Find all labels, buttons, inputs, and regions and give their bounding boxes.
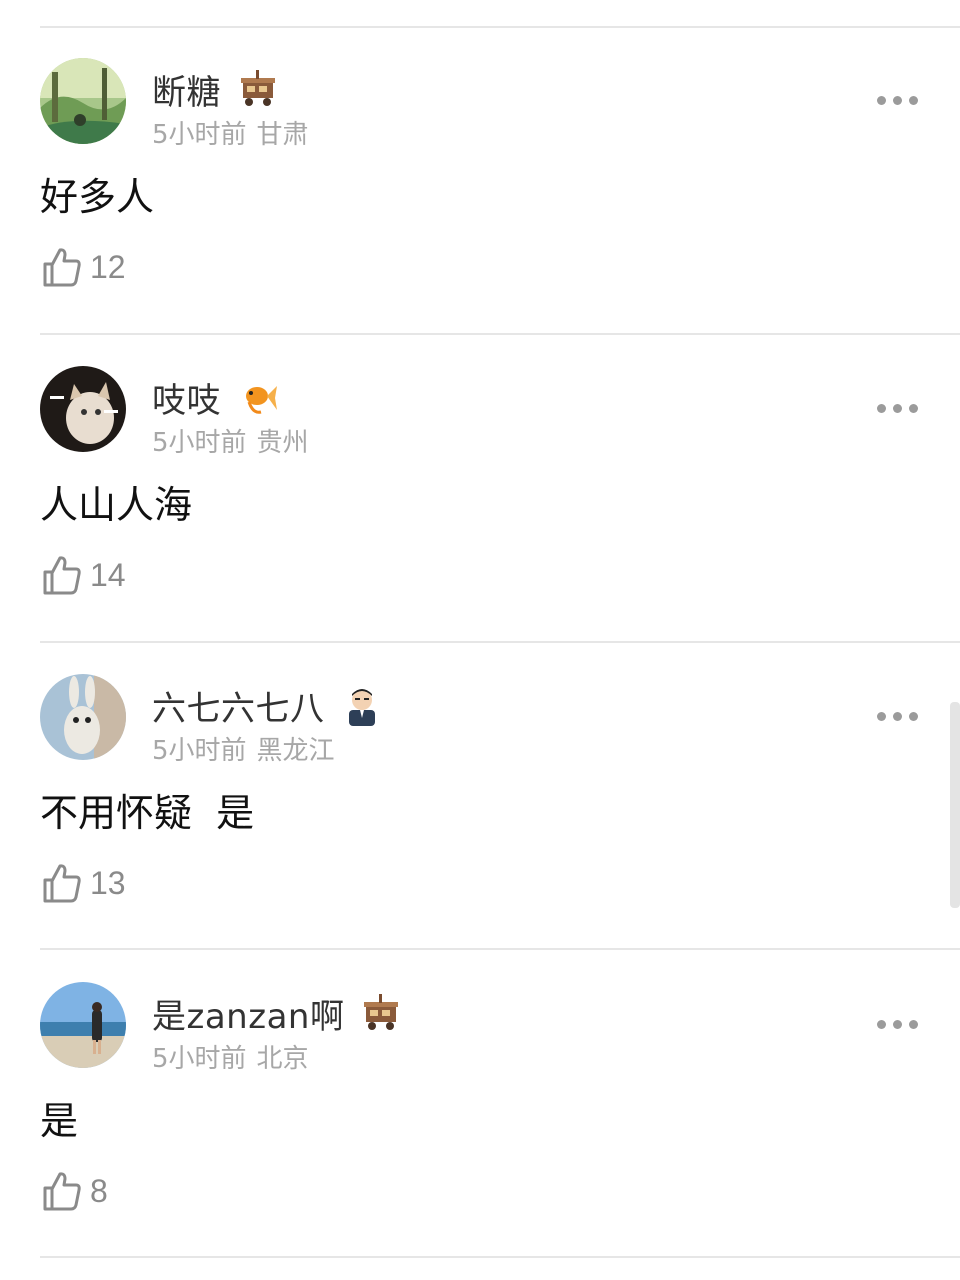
avatar[interactable] [40, 982, 126, 1068]
comment-meta: 5小时前 黑龙江 [152, 730, 335, 767]
more-options-icon[interactable] [877, 712, 918, 721]
like-button[interactable]: 14 [42, 554, 126, 596]
timestamp: 5小时前 [152, 428, 247, 458]
avatar[interactable] [40, 674, 126, 760]
timestamp: 5小时前 [152, 736, 247, 766]
location: 黑龙江 [256, 736, 335, 766]
comment-meta: 5小时前 甘肃 [152, 114, 309, 151]
timestamp: 5小时前 [152, 120, 247, 150]
like-button[interactable]: 12 [42, 246, 126, 288]
username[interactable]: 断糖 [152, 65, 221, 114]
goldfish-badge-icon [237, 376, 279, 418]
thumbs-up-icon [43, 1172, 81, 1211]
comment-item: 断糖 5小时前 甘肃 好多人 12 [0, 26, 960, 332]
comment-meta: 5小时前 北京 [152, 1038, 309, 1075]
location: 北京 [256, 1044, 309, 1074]
food-stall-badge-icon [237, 68, 279, 110]
separator [40, 1256, 960, 1258]
thumbs-up-icon [43, 864, 81, 903]
like-count: 13 [90, 864, 126, 901]
comment-text: 人山人海 [40, 483, 193, 527]
comment-meta: 5小时前 贵州 [152, 422, 309, 459]
location: 甘肃 [256, 120, 309, 150]
like-button[interactable]: 13 [42, 862, 126, 904]
username[interactable]: 吱吱 [152, 373, 221, 422]
like-count: 12 [90, 248, 126, 285]
username[interactable]: 是zanzan啊 [152, 989, 344, 1038]
comment-item: 吱吱 5小时前 贵州 人山人海 14 [0, 334, 960, 640]
avatar[interactable] [40, 366, 126, 452]
scrollbar[interactable] [950, 702, 960, 908]
more-options-icon[interactable] [877, 96, 918, 105]
more-options-icon[interactable] [877, 1020, 918, 1029]
thumbs-up-icon [43, 556, 81, 595]
comment-text: 不用怀疑 是 [40, 791, 255, 835]
food-stall-badge-icon [360, 992, 402, 1034]
comment-item: 六七六七八 5小时前 黑龙江 不用怀疑 是 13 [0, 642, 960, 948]
comment-text: 好多人 [40, 175, 155, 219]
timestamp: 5小时前 [152, 1044, 247, 1074]
like-button[interactable]: 8 [42, 1170, 108, 1212]
username[interactable]: 六七六七八 [152, 681, 325, 730]
like-count: 14 [90, 556, 126, 593]
location: 贵州 [256, 428, 309, 458]
like-count: 8 [90, 1172, 108, 1209]
thumbs-up-icon [43, 248, 81, 287]
more-options-icon[interactable] [877, 404, 918, 413]
avatar[interactable] [40, 58, 126, 144]
man-in-suit-badge-icon [341, 684, 383, 726]
comment-text: 是 [40, 1099, 79, 1143]
comment-item: 是zanzan啊 5小时前 北京 是 8 [0, 950, 960, 1256]
